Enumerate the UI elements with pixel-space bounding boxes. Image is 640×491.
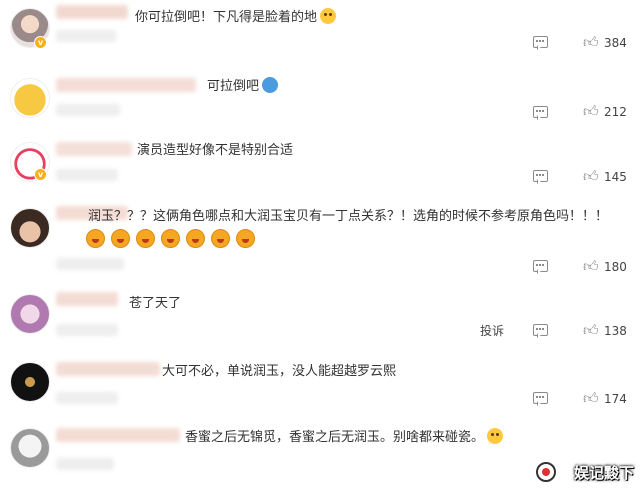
meta-redacted — [56, 258, 124, 270]
meta-redacted — [56, 104, 120, 116]
avatar[interactable] — [10, 78, 50, 118]
meta-redacted — [56, 30, 116, 42]
reply-button[interactable] — [533, 324, 548, 336]
comment-item: v 演员造型好像不是特别合适 👍︎ 145 — [0, 132, 640, 196]
comment-text: 可拉倒吧 — [207, 77, 279, 96]
watermark-logo-icon — [536, 462, 556, 482]
comment-text: 润玉？？？这俩角色哪点和大润玉宝贝有一丁点关系？！选角的时候不参考原角色吗！！！ — [88, 209, 609, 224]
emoji-row — [86, 229, 261, 252]
angry-emoji-icon — [236, 229, 255, 248]
like-count: 180 — [604, 260, 627, 274]
username-redacted[interactable] — [56, 428, 180, 442]
comment-item: 苍了天了 投诉 👍︎ 138 — [0, 286, 640, 350]
comment-item: 可拉倒吧 👍︎ 212 — [0, 70, 640, 132]
comment-text: 演员造型好像不是特别合适 — [137, 143, 294, 158]
angry-emoji-icon — [161, 229, 180, 248]
angry-emoji-icon — [211, 229, 230, 248]
username-redacted[interactable] — [56, 292, 118, 306]
angry-emoji-icon — [86, 229, 105, 248]
reply-button[interactable] — [533, 260, 548, 272]
emoji-icon — [487, 428, 504, 444]
like-count: 138 — [604, 324, 627, 338]
thumbs-up-icon[interactable]: 👍︎ — [583, 390, 599, 406]
meta-redacted — [56, 324, 118, 336]
angry-emoji-icon — [111, 229, 130, 248]
avatar[interactable] — [10, 294, 50, 334]
report-button[interactable]: 投诉 — [480, 323, 504, 339]
username-redacted[interactable] — [56, 78, 196, 92]
reply-button[interactable] — [533, 170, 548, 182]
reply-button[interactable] — [533, 36, 548, 48]
comment-item: 润玉？？？这俩角色哪点和大润玉宝贝有一丁点关系？！选角的时候不参考原角色吗！！！… — [0, 196, 640, 286]
like-count: 174 — [604, 392, 627, 406]
like-count: 384 — [604, 36, 627, 50]
emoji-icon — [262, 77, 279, 93]
username-redacted[interactable] — [56, 362, 160, 376]
verified-badge-icon: v — [34, 36, 47, 49]
username-redacted[interactable] — [56, 5, 128, 19]
avatar[interactable] — [10, 208, 50, 248]
comment-text: 大可不必，单说润玉，没人能超越罗云熙 — [162, 364, 397, 379]
username-redacted[interactable] — [56, 142, 132, 156]
comment-item: 大可不必，单说润玉，没人能超越罗云熙 👍︎ 174 — [0, 350, 640, 420]
like-count: 212 — [604, 105, 627, 119]
angry-emoji-icon — [186, 229, 205, 248]
verified-badge-icon: v — [34, 168, 47, 181]
comment-item: v 你可拉倒吧！下凡得是脸着的地 👍︎ 384 — [0, 0, 640, 70]
avatar[interactable] — [10, 362, 50, 402]
comment-text: 你可拉倒吧！下凡得是脸着的地 — [135, 8, 337, 27]
thumbs-up-icon[interactable]: 👍︎ — [583, 103, 599, 119]
thumbs-up-icon[interactable]: 👍︎ — [583, 34, 599, 50]
emoji-icon — [320, 8, 337, 24]
comment-text: 香蜜之后无锦觅，香蜜之后无润玉。别啥都来碰瓷。 — [185, 428, 504, 447]
reply-button[interactable] — [533, 392, 548, 404]
angry-emoji-icon — [136, 229, 155, 248]
thumbs-up-icon[interactable]: 👍︎ — [583, 258, 599, 274]
comment-text: 苍了天了 — [129, 296, 182, 311]
reply-button[interactable] — [533, 106, 548, 118]
meta-redacted — [56, 458, 114, 470]
like-count: 145 — [604, 170, 627, 184]
watermark: 娱记黢下 — [573, 464, 634, 482]
meta-redacted — [56, 392, 118, 404]
avatar[interactable] — [10, 428, 50, 468]
thumbs-up-icon[interactable]: 👍︎ — [583, 168, 599, 184]
thumbs-up-icon[interactable]: 👍︎ — [583, 322, 599, 338]
meta-redacted — [56, 169, 118, 181]
